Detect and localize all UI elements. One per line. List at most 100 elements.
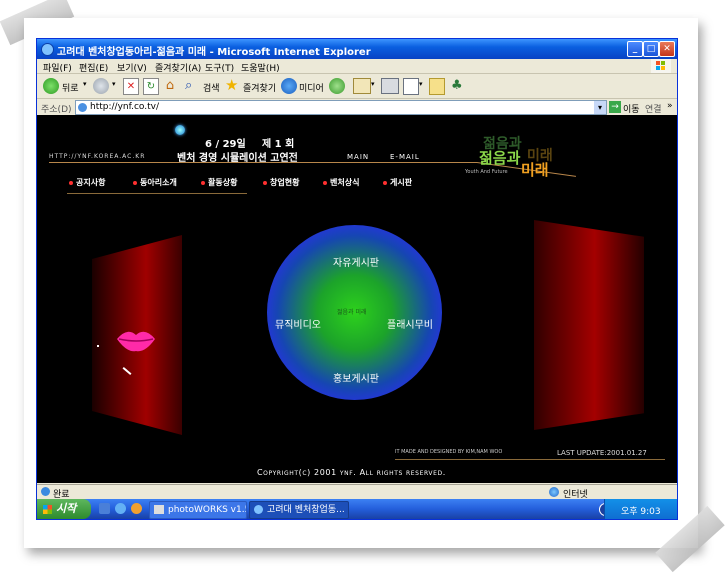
menu-bar: 파일(F) 편집(E) 보기(V) 즐겨찾기(A) 도구(T) 도움말(H) [37, 59, 677, 74]
main-link[interactable]: MAIN [347, 153, 369, 161]
clock: 오후 9:03 [621, 507, 661, 517]
media-icon[interactable] [281, 78, 297, 94]
start-label: 시작 [56, 502, 77, 515]
kiss-lips-icon [115, 325, 157, 355]
status-bar: 완료 인터넷 [37, 484, 677, 500]
refresh-icon[interactable]: ↻ [143, 78, 159, 95]
sparkle-dot [97, 345, 99, 347]
edit-icon[interactable] [403, 78, 419, 95]
forward-arrow-icon[interactable] [93, 78, 109, 94]
edit-dropdown-icon[interactable]: ▾ [419, 80, 423, 88]
nav-label: 동아리소개 [140, 178, 177, 187]
orb-promo-board[interactable]: 홍보게시판 [333, 370, 379, 385]
maximize-button[interactable]: □ [643, 41, 659, 57]
orb-music-video[interactable]: 뮤직비디오 [275, 316, 321, 331]
nav-club-intro[interactable]: 동아리소개 [133, 177, 177, 188]
back-dropdown-icon[interactable]: ▾ [83, 80, 87, 88]
task-ie-window[interactable]: 고려대 벤처창업동... [249, 501, 349, 519]
minimize-button[interactable]: _ [627, 41, 643, 57]
last-update-text: LAST UPDATE:2001.01.27 [557, 449, 647, 457]
photoworks-icon [154, 505, 164, 514]
nav-label: 공지사항 [76, 178, 106, 187]
address-url: http://ynf.co.tv/ [90, 102, 160, 112]
ie-logo-icon [41, 43, 54, 56]
menu-tools[interactable]: 도구(T) [205, 61, 234, 74]
links-chevron-icon[interactable]: » [667, 101, 673, 111]
title-bar[interactable]: 고려대 벤처창업동아리-젊음과 미래 - Microsoft Internet … [37, 39, 677, 59]
address-label: 주소(D) [41, 105, 72, 115]
nav-activities[interactable]: 활동상황 [201, 177, 237, 188]
nav-bullet-icon [133, 180, 137, 185]
links-label[interactable]: 연결 [645, 102, 662, 115]
email-link[interactable]: E-MAIL [390, 153, 420, 161]
taskbar: 시작 photoWORKS v1.5 고려대 벤처창업동... 오후 9:03 [37, 499, 677, 519]
nav-startup-status[interactable]: 창업현황 [263, 177, 299, 188]
menu-help[interactable]: 도움말(H) [241, 61, 280, 74]
back-arrow-icon[interactable] [43, 78, 59, 94]
task-label: photoWORKS v1.5 [168, 505, 247, 515]
orb-flash-movie[interactable]: 플래시무비 [387, 316, 433, 331]
search-icon[interactable]: ⌕ [185, 78, 201, 94]
window-title: 고려대 벤처창업동아리-젊음과 미래 - Microsoft Internet … [57, 47, 371, 58]
menu-favorites[interactable]: 즐겨찾기(A) [155, 61, 201, 74]
nav-board[interactable]: 게시판 [383, 177, 412, 188]
quicklaunch-media-icon[interactable] [131, 503, 142, 514]
media-label[interactable]: 미디어 [299, 81, 324, 94]
address-dropdown-icon[interactable]: ▾ [594, 101, 606, 114]
address-input[interactable]: http://ynf.co.tv/ ▾ [75, 100, 607, 115]
mail-icon[interactable] [353, 78, 371, 94]
go-arrow-icon[interactable]: → [609, 101, 621, 113]
back-label[interactable]: 뒤로 [62, 81, 79, 94]
system-tray: 오후 9:03 [604, 499, 677, 519]
toolbar: 뒤로 ▾ ▾ ✕ ↻ ⌂ ⌕ 검색 ★ 즐겨찾기 미디어 ▾ ▾ ♣ [37, 74, 677, 99]
close-button[interactable]: ✕ [659, 41, 675, 57]
orb-center-text: 젊음과 미래 [337, 309, 367, 316]
start-button[interactable]: 시작 [37, 499, 91, 519]
task-label: 고려대 벤처창업동... [267, 505, 345, 515]
quicklaunch-desktop-icon[interactable] [99, 503, 110, 514]
address-bar: 주소(D) http://ynf.co.tv/ ▾ → 이동 연결 » [37, 99, 677, 115]
gear-ornament-icon [175, 125, 185, 135]
menu-file[interactable]: 파일(F) [43, 61, 72, 74]
nav-venture-knowledge[interactable]: 벤처상식 [323, 177, 359, 188]
search-label[interactable]: 검색 [203, 81, 220, 94]
footer-line [395, 459, 665, 460]
navigation-orb: 자유게시판 뮤직비디오 플래시무비 홍보게시판 젊음과 미래 [267, 225, 442, 400]
forward-dropdown-icon[interactable]: ▾ [112, 80, 116, 88]
favorites-label[interactable]: 즐겨찾기 [243, 81, 276, 94]
logo-word-future: 미래 [521, 161, 549, 179]
stop-icon[interactable]: ✕ [123, 78, 139, 95]
task-photoworks[interactable]: photoWORKS v1.5 [149, 501, 247, 519]
discuss-icon[interactable] [429, 78, 445, 95]
nav-underline [67, 193, 247, 194]
nav-bullet-icon [323, 180, 327, 185]
made-by-text: IT MADE AND DESIGNED BY KIM,NAM WOO [395, 449, 503, 455]
nav-notice[interactable]: 공지사항 [69, 177, 105, 188]
print-icon[interactable] [381, 78, 399, 94]
copyright-text: Copyright(c) 2001 ynf. All rights reserv… [257, 468, 446, 477]
event-round: 제 1 회 [262, 139, 295, 150]
history-icon[interactable] [329, 78, 345, 94]
mail-dropdown-icon[interactable]: ▾ [371, 80, 375, 88]
menu-edit[interactable]: 편집(E) [79, 61, 108, 74]
nav-bullet-icon [263, 180, 267, 185]
page-icon [78, 103, 87, 112]
quicklaunch-ie-icon[interactable] [115, 503, 126, 514]
nav-bullet-icon [383, 180, 387, 185]
site-url-text: HTTP://YNF.KOREA.AC.KR [49, 153, 146, 160]
start-flag-icon [43, 504, 52, 514]
windows-flag-icon [651, 59, 671, 73]
header-divider-line [49, 162, 477, 163]
nav-label: 창업현황 [270, 178, 300, 187]
home-icon[interactable]: ⌂ [163, 78, 177, 93]
nav-label: 벤처상식 [330, 178, 360, 187]
go-button[interactable]: 이동 [623, 102, 640, 115]
messenger-icon[interactable]: ♣ [451, 78, 467, 94]
internet-zone-icon [549, 487, 559, 497]
favorites-star-icon[interactable]: ★ [225, 77, 241, 93]
done-page-icon [41, 487, 50, 496]
logo-tagline: Youth And Future [465, 169, 508, 175]
menu-view[interactable]: 보기(V) [117, 61, 147, 74]
orb-free-board[interactable]: 자유게시판 [333, 254, 379, 269]
web-content: 6 / 29일 제 1 회 벤처 경영 시뮬레이션 고연전 HTTP://YNF… [37, 115, 677, 483]
